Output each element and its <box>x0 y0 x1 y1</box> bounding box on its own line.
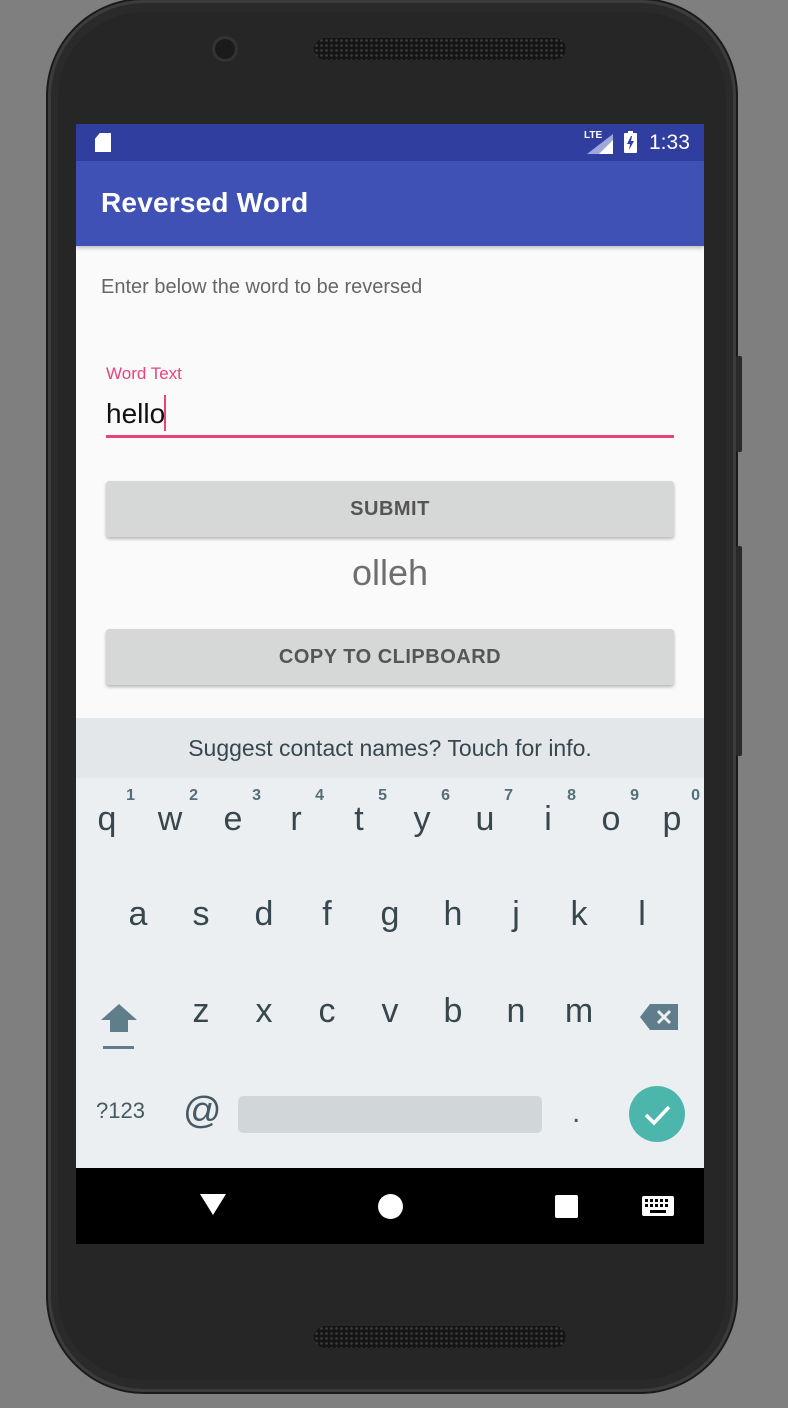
key-e[interactable]: e3 <box>203 778 263 858</box>
key-h[interactable]: h <box>423 873 483 953</box>
word-input-label: Word Text <box>106 364 182 383</box>
sd-card-icon <box>95 133 111 152</box>
shift-icon[interactable] <box>100 1002 138 1052</box>
key-g[interactable]: g <box>360 873 420 953</box>
copy-to-clipboard-button[interactable]: COPY TO CLIPBOARD <box>106 629 674 685</box>
power-button <box>736 546 742 756</box>
key-x[interactable]: x <box>234 970 294 1050</box>
key-y[interactable]: y6 <box>392 778 452 858</box>
period-key[interactable]: . <box>572 1096 580 1130</box>
soft-keyboard: q1 w2 e3 r4 t5 y6 u7 i8 o9 p0 a s d f g … <box>76 778 704 1168</box>
key-a[interactable]: a <box>108 873 168 953</box>
key-u[interactable]: u7 <box>455 778 515 858</box>
key-z[interactable]: z <box>171 970 231 1050</box>
status-bar: LTE 1:33 <box>76 124 704 161</box>
app-bar: Reversed Word <box>76 161 704 246</box>
key-l[interactable]: l <box>612 873 672 953</box>
key-o[interactable]: o9 <box>581 778 641 858</box>
top-speaker <box>314 38 566 60</box>
key-v[interactable]: v <box>360 970 420 1050</box>
text-cursor <box>164 395 166 431</box>
key-m[interactable]: m <box>549 970 609 1050</box>
key-i[interactable]: i8 <box>518 778 578 858</box>
submit-button[interactable]: SUBMIT <box>106 481 674 537</box>
keyboard-icon[interactable] <box>642 1196 674 1216</box>
keyboard-suggestion[interactable]: Suggest contact names? Touch for info. <box>76 718 704 778</box>
battery-charging-icon <box>624 131 637 153</box>
key-s[interactable]: s <box>171 873 231 953</box>
check-icon <box>644 1105 671 1126</box>
home-icon[interactable] <box>378 1194 403 1219</box>
key-c[interactable]: c <box>297 970 357 1050</box>
volume-button <box>736 356 742 452</box>
navigation-bar <box>76 1168 704 1244</box>
bottom-speaker <box>314 1326 566 1348</box>
clock: 1:33 <box>649 131 690 154</box>
front-camera <box>212 36 238 62</box>
screen: LTE 1:33 Reversed Word Enter below the w… <box>76 124 704 1244</box>
key-w[interactable]: w2 <box>140 778 200 858</box>
key-q[interactable]: q1 <box>77 778 137 858</box>
symbols-key[interactable]: ?123 <box>96 1098 145 1124</box>
key-t[interactable]: t5 <box>329 778 389 858</box>
key-r[interactable]: r4 <box>266 778 326 858</box>
key-f[interactable]: f <box>297 873 357 953</box>
at-key[interactable]: @ <box>183 1090 222 1133</box>
app-title: Reversed Word <box>101 187 309 218</box>
key-p[interactable]: p0 <box>642 778 702 858</box>
space-bar[interactable] <box>238 1096 542 1133</box>
key-k[interactable]: k <box>549 873 609 953</box>
enter-key[interactable] <box>629 1086 685 1142</box>
recent-apps-icon[interactable] <box>555 1195 578 1218</box>
word-input[interactable] <box>106 392 674 438</box>
backspace-icon[interactable] <box>640 1004 678 1030</box>
key-b[interactable]: b <box>423 970 483 1050</box>
reversed-result: olleh <box>351 552 429 593</box>
back-icon[interactable] <box>200 1194 226 1215</box>
key-n[interactable]: n <box>486 970 546 1050</box>
key-j[interactable]: j <box>486 873 546 953</box>
signal-icon <box>587 134 613 154</box>
key-d[interactable]: d <box>234 873 294 953</box>
instruction-text: Enter below the word to be reversed <box>101 276 423 298</box>
